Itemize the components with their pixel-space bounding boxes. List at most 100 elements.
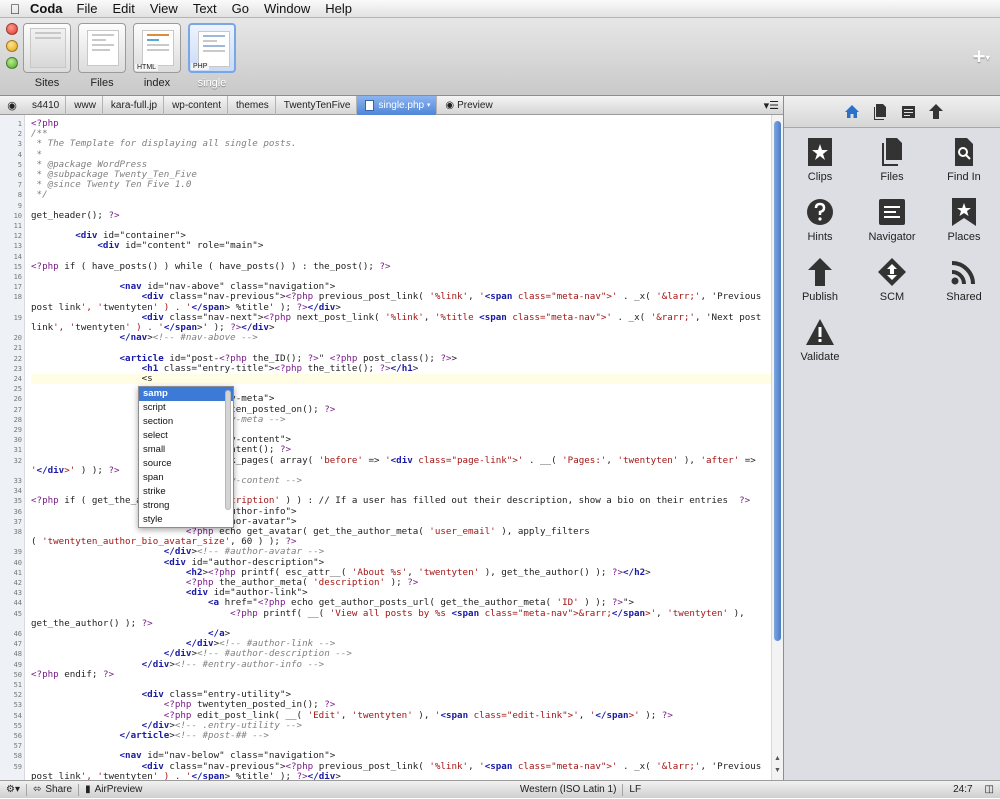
autocomplete-item[interactable]: span (139, 471, 233, 485)
code-line[interactable]: * @since Twenty Ten Five 1.0 (31, 180, 771, 190)
code-line[interactable]: * The Template for displaying all single… (31, 139, 771, 149)
editor-vertical-scrollbar[interactable]: ▲ ▼ (771, 115, 783, 780)
files-tab-icon[interactable] (866, 100, 894, 124)
sidebar-item-clips[interactable]: Clips (784, 136, 856, 183)
breadcrumb-theme[interactable]: TwentyTenFive (276, 95, 358, 115)
code-line[interactable]: <a href="<?php echo get_author_posts_url… (31, 598, 771, 608)
airpreview-button[interactable]: ▮ AirPreview (79, 781, 148, 799)
code-line[interactable]: <?php if ( have_posts() ) while ( have_p… (31, 262, 771, 272)
code-line[interactable] (31, 741, 771, 751)
code-line[interactable]: </nav><!-- #nav-above --> (31, 333, 771, 343)
sidebar-item-validate[interactable]: Validate (784, 316, 856, 363)
sidebar-item-places[interactable]: Places (928, 196, 1000, 243)
code-line[interactable]: <?php endif; ?> (31, 670, 771, 680)
code-line[interactable]: </div><!-- #author-link --> (31, 639, 771, 649)
preview-button[interactable]: ◉ Preview (437, 100, 492, 111)
code-line[interactable]: /** (31, 129, 771, 139)
settings-gear-icon[interactable]: ⚙▾ (0, 781, 26, 799)
code-line[interactable]: <?php edit_post_link( __( 'Edit', 'twent… (31, 711, 771, 721)
toggle-sidebar-icon[interactable]: ◫ (979, 781, 1000, 799)
files-tab[interactable]: Files (75, 23, 129, 89)
add-icon[interactable]: +▾ (973, 44, 990, 70)
minimize-window-button[interactable] (6, 40, 18, 52)
code-line[interactable]: <nav id="nav-above" class="navigation"> (31, 282, 771, 292)
breadcrumb-kara-full[interactable]: kara-full.jp (103, 95, 165, 115)
sidebar-item-shared[interactable]: Shared (928, 256, 1000, 303)
breadcrumb-www[interactable]: www (66, 95, 103, 115)
autocomplete-item[interactable]: strike (139, 485, 233, 499)
apple-menu-icon[interactable]:  (0, 1, 30, 17)
code-line[interactable]: <?php (31, 119, 771, 129)
code-line[interactable]: <h1 class="entry-title"><?php the_title(… (31, 364, 771, 374)
menu-view[interactable]: View (150, 1, 178, 16)
share-button[interactable]: ⬄ Share (27, 781, 78, 799)
code-line[interactable]: </article><!-- #post-## --> (31, 731, 771, 741)
app-menu[interactable]: Coda (30, 1, 63, 16)
menu-help[interactable]: Help (325, 1, 352, 16)
code-line[interactable]: <s (31, 374, 771, 385)
single-tab[interactable]: PHP single (185, 23, 239, 89)
code-line[interactable] (31, 680, 771, 690)
sites-tab[interactable]: Sites (20, 23, 74, 89)
autocomplete-item[interactable]: small (139, 443, 233, 457)
autocomplete-item[interactable]: script (139, 401, 233, 415)
breadcrumb-themes[interactable]: themes (228, 95, 276, 115)
code-line[interactable] (31, 272, 771, 282)
autocomplete-item[interactable]: source (139, 457, 233, 471)
code-line[interactable]: post link', 'twentyten' ) . '</span> %ti… (31, 303, 771, 313)
sidebar-item-find-in[interactable]: Find In (928, 136, 1000, 183)
code-line[interactable]: <nav id="nav-below" class="navigation"> (31, 751, 771, 761)
list-menu-icon[interactable]: ▾☰ (764, 99, 779, 112)
menu-window[interactable]: Window (264, 1, 310, 16)
zoom-window-button[interactable] (6, 57, 18, 69)
sidebar-item-hints[interactable]: Hints (784, 196, 856, 243)
code-line[interactable]: <div class="nav-next"><?php next_post_li… (31, 313, 771, 323)
code-line[interactable]: <?php the_author_meta( 'description' ); … (31, 578, 771, 588)
breadcrumb-s4410[interactable]: s4410 (24, 95, 67, 115)
site-eye-icon[interactable]: ◉ (0, 99, 24, 112)
code-line[interactable]: <div id="author-link"> (31, 588, 771, 598)
breadcrumb-wp-content[interactable]: wp-content (164, 95, 228, 115)
sidebar-item-navigator[interactable]: Navigator (856, 196, 928, 243)
menu-edit[interactable]: Edit (112, 1, 134, 16)
publish-tab-icon[interactable] (922, 100, 950, 124)
notes-tab-icon[interactable] (894, 100, 922, 124)
encoding-menu[interactable]: Western (ISO Latin 1) (514, 781, 623, 799)
code-line[interactable]: </div><!-- #author-description --> (31, 649, 771, 659)
code-line[interactable]: <div class="nav-previous"><?php previous… (31, 762, 771, 772)
autocomplete-item[interactable]: select (139, 429, 233, 443)
code-line[interactable]: <div id="container"> (31, 231, 771, 241)
code-line[interactable]: <?php printf( __( 'View all posts by %s … (31, 609, 771, 619)
line-ending-menu[interactable]: LF (623, 781, 647, 799)
code-line[interactable]: * @package WordPress (31, 160, 771, 170)
code-line[interactable]: <div class="nav-previous"><?php previous… (31, 292, 771, 302)
sidebar-item-files[interactable]: Files (856, 136, 928, 183)
close-window-button[interactable] (6, 23, 18, 35)
code-line[interactable]: ( 'twentyten_author_bio_avatar_size', 60… (31, 537, 771, 547)
code-line[interactable]: <?php echo get_avatar( get_the_author_me… (31, 527, 771, 537)
menu-file[interactable]: File (77, 1, 98, 16)
code-line[interactable]: * (31, 150, 771, 160)
code-editor[interactable]: 1 2 3 4 5 6 7 8 9 10 11 12 13 14 15 16 17 18 19 20 21 22 23 24 2… (0, 115, 783, 780)
code-line[interactable]: get_header(); ?> (31, 211, 771, 221)
code-line[interactable]: get_the_author() ); ?> (31, 619, 771, 629)
scroll-down-icon[interactable]: ▼ (774, 767, 781, 774)
code-line[interactable] (31, 221, 771, 231)
sidebar-item-publish[interactable]: Publish (784, 256, 856, 303)
autocomplete-item[interactable]: samp (139, 387, 233, 401)
breadcrumb-current-file[interactable]: single.php ▾ (357, 95, 438, 115)
index-tab[interactable]: HTML index (130, 23, 184, 89)
autocomplete-item[interactable]: strong (139, 499, 233, 513)
code-line[interactable]: </div><!-- .entry-utility --> (31, 721, 771, 731)
code-line[interactable]: </div><!-- #author-avatar --> (31, 547, 771, 557)
code-line[interactable]: </a> (31, 629, 771, 639)
code-line[interactable] (31, 252, 771, 262)
code-line[interactable]: post link', 'twentyten' ) . '</span> %ti… (31, 772, 771, 780)
code-line[interactable]: <div id="content" role="main"> (31, 241, 771, 251)
code-line[interactable] (31, 201, 771, 211)
code-line[interactable]: <?php twentyten_posted_in(); ?> (31, 700, 771, 710)
code-line[interactable]: </div><!-- #entry-author-info --> (31, 660, 771, 670)
code-line[interactable] (31, 343, 771, 353)
code-line[interactable]: */ (31, 190, 771, 200)
sidebar-item-scm[interactable]: SCM (856, 256, 928, 303)
